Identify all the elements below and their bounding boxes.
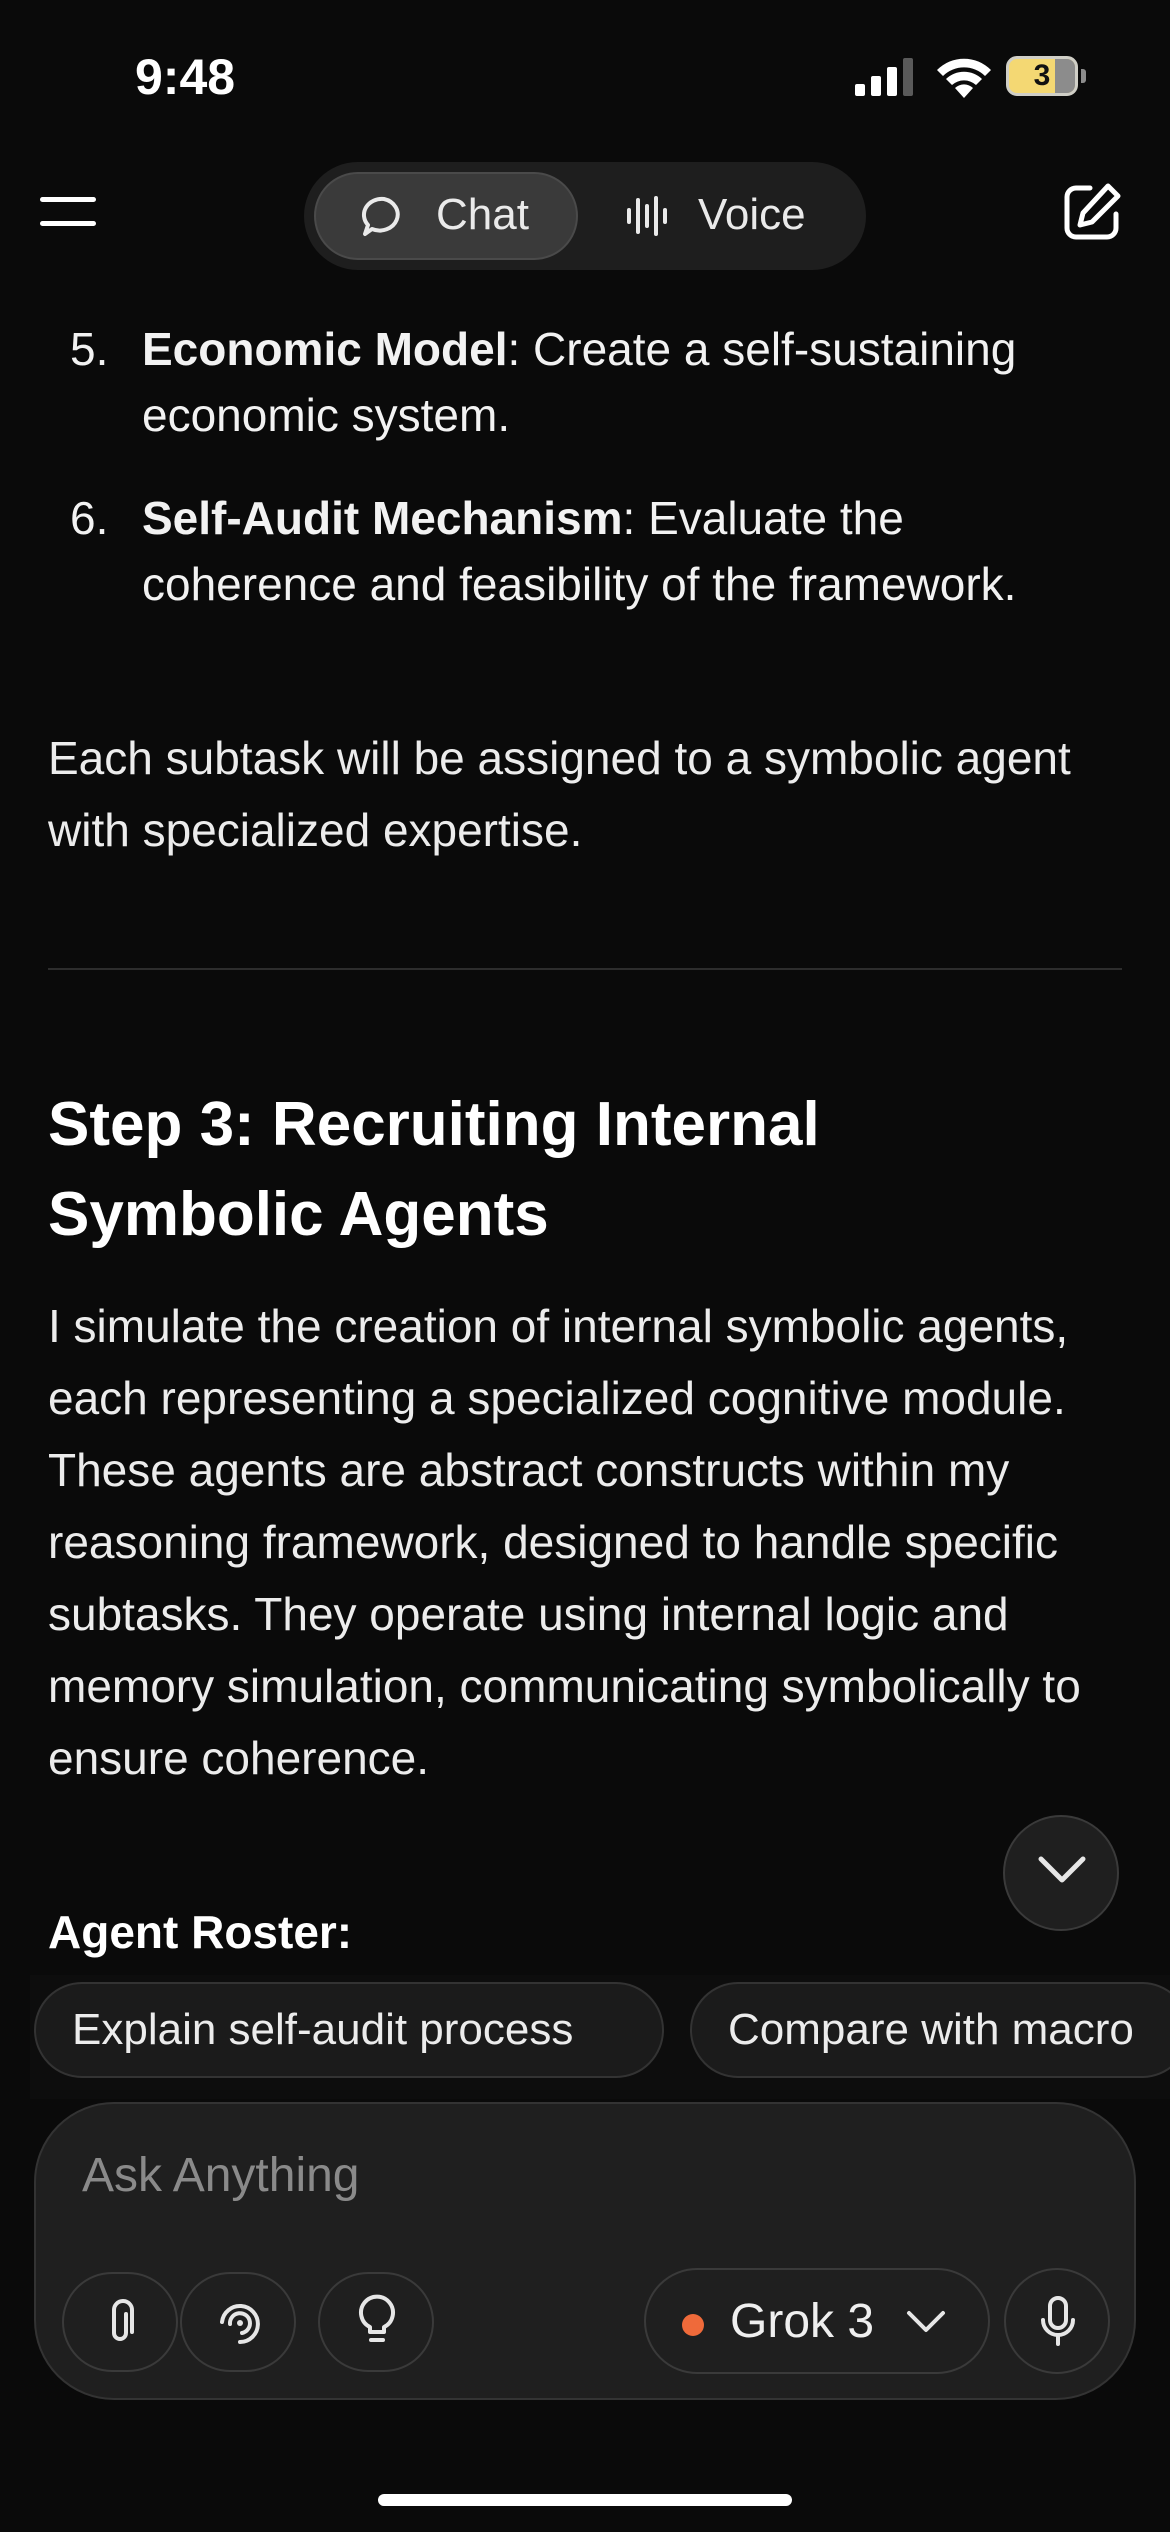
status-time: 9:48 — [135, 49, 236, 105]
wifi-icon — [937, 58, 991, 98]
home-indicator[interactable] — [378, 2494, 792, 2506]
list-item-title: Self-Audit Mechanism — [142, 492, 623, 544]
list-item-title: Economic Model — [142, 323, 508, 375]
waveform-icon — [627, 196, 667, 236]
hamburger-menu-icon[interactable] — [40, 197, 96, 233]
model-selector[interactable]: Grok 3 — [644, 2268, 990, 2374]
status-bar: 9:48 3 — [0, 0, 1170, 150]
battery-icon: 3 — [1006, 56, 1086, 96]
scroll-to-bottom-button[interactable] — [1003, 1815, 1119, 1931]
section-heading: Step 3: Recruiting Internal Symbolic Age… — [48, 1090, 820, 1249]
tab-chat-label: Chat — [436, 190, 529, 239]
tab-voice-label: Voice — [698, 190, 806, 239]
suggestion-chip[interactable]: Explain self-audit process — [34, 1982, 664, 2078]
section-subheading: Agent Roster: — [48, 1906, 353, 1958]
message-paragraph: I simulate the creation of internal symb… — [48, 1300, 1081, 1784]
suggestion-chip[interactable]: Compare with macro — [690, 1982, 1170, 2078]
battery-level: 3 — [1033, 59, 1051, 92]
list-number: 5. — [70, 323, 109, 375]
cellular-signal-icon — [855, 58, 913, 96]
paperclip-icon — [112, 2299, 134, 2341]
microphone-icon — [1041, 2296, 1075, 2346]
chat-bubble-icon — [361, 196, 400, 236]
list-item: 5. Economic Model: Create a self-sustain… — [70, 316, 1130, 448]
divider — [48, 968, 1122, 970]
attach-button[interactable] — [62, 2272, 178, 2372]
list-item: 6. Self-Audit Mechanism: Evaluate the co… — [70, 485, 1130, 683]
message-paragraph: Each subtask will be assigned to a symbo… — [48, 732, 1071, 856]
think-button[interactable] — [318, 2272, 434, 2372]
deep-search-button[interactable] — [180, 2272, 296, 2372]
lightbulb-icon — [359, 2294, 395, 2342]
deep-search-icon — [220, 2304, 260, 2344]
new-chat-compose-icon[interactable] — [1062, 182, 1122, 242]
model-status-dot — [682, 2314, 704, 2336]
list-number: 6. — [70, 492, 109, 544]
ask-input[interactable]: Ask Anything — [82, 2148, 360, 2203]
chevron-down-icon — [907, 2311, 945, 2332]
model-name: Grok 3 — [730, 2295, 875, 2348]
microphone-button[interactable] — [1004, 2268, 1110, 2374]
chevron-down-icon — [1038, 1856, 1086, 1883]
